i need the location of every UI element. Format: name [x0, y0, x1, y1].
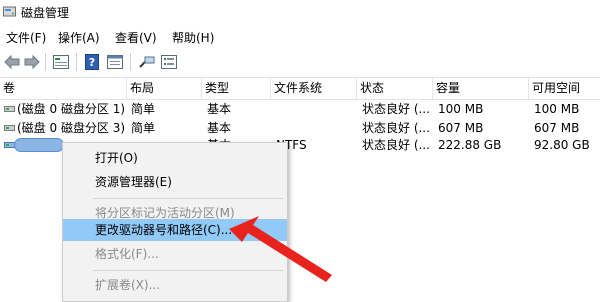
table-row[interactable]: (磁盘 0 磁盘分区 3) 简单 基本 状态良好 (... 607 MB 607…: [0, 120, 600, 137]
menu-item-extend-volume[interactable]: 扩展卷(X)...: [63, 274, 287, 296]
toolbar-separator: [76, 53, 77, 71]
menu-item-format[interactable]: 格式化(F)...: [63, 243, 287, 265]
cell-free-space: 100 MB: [534, 102, 580, 116]
cell-status: 状态良好 (...: [362, 102, 430, 116]
column-header-filesystem[interactable]: 文件系统: [271, 78, 357, 99]
menu-file[interactable]: 文件(F): [6, 29, 46, 46]
menu-separator: [93, 198, 283, 199]
title-bar: 磁盘管理: [0, 0, 600, 24]
menu-help[interactable]: 帮助(H): [172, 29, 214, 46]
cell-capacity: 100 MB: [438, 102, 484, 116]
menu-item-change-drive-letter[interactable]: 更改驱动器号和路径(C)...: [63, 219, 287, 241]
menu-separator: [93, 270, 283, 271]
volume-icon: [4, 125, 15, 131]
selected-volume-name[interactable]: [14, 138, 64, 152]
context-menu: 打开(O) 资源管理器(E) 将分区标记为活动分区(M) 更改驱动器号和路径(C…: [62, 142, 288, 302]
menu-action[interactable]: 操作(A): [58, 29, 100, 46]
cell-free-space: 607 MB: [534, 121, 580, 135]
cell-layout: 简单: [131, 102, 156, 116]
cell-status: 状态良好 (...: [362, 138, 430, 152]
menu-bar: 文件(F) 操作(A) 查看(V) 帮助(H): [0, 24, 600, 48]
toolbar: ?: [0, 48, 600, 78]
column-header-free-space[interactable]: 可用空间: [529, 78, 600, 99]
svg-text:?: ?: [89, 56, 95, 69]
properties-icon[interactable]: [106, 54, 124, 70]
help-icon[interactable]: ?: [84, 54, 100, 70]
toolbar-separator: [45, 53, 46, 71]
settings-list-icon[interactable]: [160, 54, 178, 70]
column-header-status[interactable]: 状态: [357, 78, 433, 99]
cell-layout: 简单: [131, 121, 156, 135]
column-header-capacity[interactable]: 容量: [433, 78, 529, 99]
toolbar-separator: [130, 53, 131, 71]
forward-arrow-icon[interactable]: [24, 54, 40, 70]
cell-status: 状态良好 (...: [362, 121, 430, 135]
connect-icon[interactable]: [138, 54, 156, 70]
menu-item-explorer[interactable]: 资源管理器(E): [63, 171, 287, 193]
window-title: 磁盘管理: [21, 6, 70, 20]
cell-type: 基本: [207, 102, 232, 116]
volume-table-header: 卷 布局 类型 文件系统 状态 容量 可用空间: [0, 78, 600, 100]
back-arrow-icon[interactable]: [4, 54, 20, 70]
disk-list-icon[interactable]: [52, 54, 70, 70]
cell-volume: (磁盘 0 磁盘分区 1): [17, 102, 126, 116]
cell-type: 基本: [207, 121, 232, 135]
menu-view[interactable]: 查看(V): [115, 29, 157, 46]
cell-free-space: 92.80 GB: [534, 138, 590, 152]
cell-capacity: 222.88 GB: [438, 138, 502, 152]
column-header-layout[interactable]: 布局: [127, 78, 202, 99]
volume-icon: [4, 106, 15, 112]
column-header-volume[interactable]: 卷: [0, 78, 127, 99]
disk-management-icon: [3, 6, 16, 17]
cell-capacity: 607 MB: [438, 121, 484, 135]
cell-volume: (磁盘 0 磁盘分区 3): [17, 121, 126, 135]
table-row[interactable]: (磁盘 0 磁盘分区 1) 简单 基本 状态良好 (... 100 MB 100…: [0, 101, 600, 118]
menu-item-open[interactable]: 打开(O): [63, 147, 287, 169]
column-header-type[interactable]: 类型: [202, 78, 271, 99]
